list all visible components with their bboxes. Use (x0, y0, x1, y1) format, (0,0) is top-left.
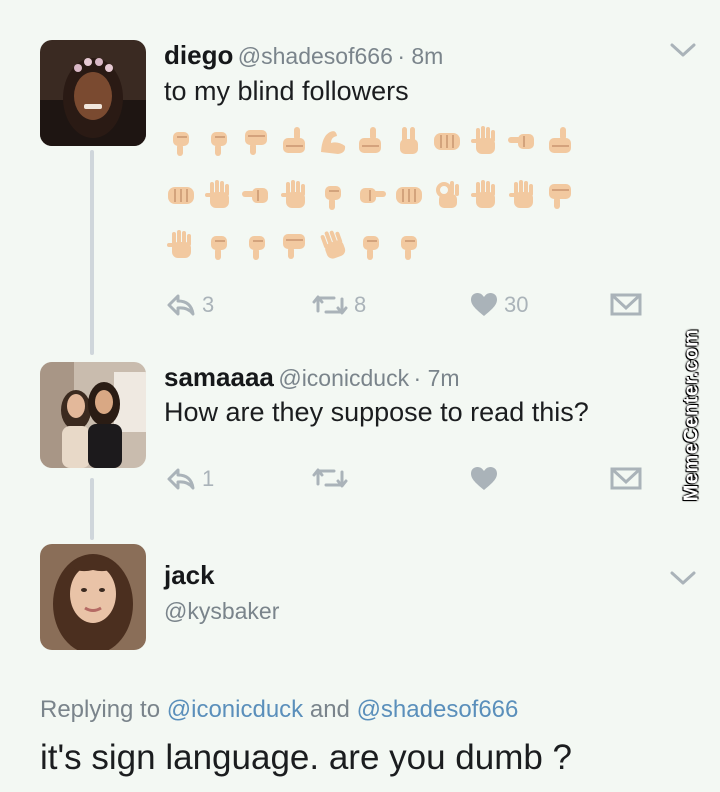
pointing-down-emoji-icon (211, 236, 227, 260)
tweet1-name[interactable]: diego (164, 40, 233, 70)
raised-hand-emoji-icon (281, 180, 305, 208)
tweet1-handle[interactable]: @shadesof666 (238, 43, 393, 69)
tweet2-name[interactable]: samaaaa (164, 362, 274, 392)
tweet2-handle[interactable]: @iconicduck (278, 365, 409, 391)
reply-button[interactable]: 3 (166, 292, 214, 318)
avatar-samaaaa[interactable] (40, 362, 146, 468)
thread-line (90, 478, 94, 540)
tweet2-header: samaaaa @iconicduck · 7m (164, 362, 460, 393)
watermark-text: MemeCenter.com (680, 328, 703, 502)
heart-icon (471, 467, 497, 490)
dm-button[interactable] (610, 292, 642, 316)
thumbs-up-emoji-icon (359, 127, 381, 153)
tweet3-name[interactable]: jack (164, 560, 215, 590)
reply-icon (167, 294, 195, 316)
pointing-down-emoji-icon (325, 186, 341, 210)
tweet1-text: to my blind followers (164, 76, 409, 106)
pointing-left-emoji-icon (508, 134, 534, 149)
victory-hand-emoji-icon (400, 127, 418, 154)
and-word: and (309, 696, 350, 723)
chevron-down-icon[interactable] (668, 568, 698, 588)
reply-count: 1 (202, 466, 215, 491)
tweet1-header: diego @shadesof666 · 8m (164, 40, 443, 71)
tweet3-handle-line: @kysbaker (164, 598, 279, 625)
reply-icon (167, 468, 195, 490)
retweet-icon (312, 295, 348, 315)
pointing-down-emoji-icon (401, 236, 417, 260)
pointing-left-emoji-icon (242, 188, 268, 203)
retweet-button[interactable]: 8 (312, 292, 366, 318)
ok-hand-emoji-icon (436, 181, 459, 208)
raised-hand-emoji-icon (205, 180, 229, 208)
tweet3-handle[interactable]: @kysbaker (164, 598, 279, 624)
pointing-down-emoji-icon (173, 132, 189, 156)
emoji-row (164, 178, 578, 212)
reply-button[interactable]: 1 (166, 466, 214, 492)
envelope-icon (610, 293, 642, 316)
dm-button[interactable] (610, 466, 642, 490)
emoji-row (164, 124, 578, 158)
retweet-icon (312, 468, 348, 488)
mention-link[interactable]: @iconicduck (167, 696, 303, 723)
raised-hand-emoji-icon (509, 180, 533, 208)
reply-count: 3 (202, 292, 215, 317)
tweet3-name-line: jack (164, 560, 215, 591)
pointing-right-emoji-icon (360, 188, 386, 203)
replying-prefix: Replying to (40, 696, 161, 723)
replying-to: Replying to @iconicduck and @shadesof666 (40, 696, 518, 724)
raised-hand-emoji-icon (471, 126, 495, 154)
retweet-count: 8 (354, 292, 367, 317)
tweet1-time: · 8m (397, 43, 444, 69)
emoji-row (164, 228, 426, 262)
thumbs-down-emoji-icon (245, 130, 267, 155)
oncoming-fist-emoji-icon (396, 187, 422, 204)
chevron-down-icon[interactable] (668, 40, 698, 60)
waving-hand-emoji-icon (320, 230, 346, 259)
thumbs-up-emoji-icon (549, 127, 571, 153)
tweet2-text: How are they suppose to read this? (164, 397, 589, 427)
tweet2-time: · 7m (413, 365, 460, 391)
pointing-down-emoji-icon (363, 236, 379, 260)
thumbs-up-emoji-icon (283, 127, 305, 153)
thumbs-down-emoji-icon (283, 234, 305, 259)
oncoming-fist-emoji-icon (434, 133, 460, 150)
retweet-button[interactable] (312, 466, 348, 490)
pointing-down-emoji-icon (249, 236, 265, 260)
tweet3-text: it's sign language. are you dumb ? (40, 738, 573, 777)
raised-hand-emoji-icon (167, 230, 191, 258)
raised-hand-emoji-icon (471, 180, 495, 208)
heart-icon (471, 293, 497, 316)
like-button[interactable] (470, 466, 498, 492)
flexed-biceps-emoji-icon (321, 131, 346, 154)
thread-line (90, 150, 94, 355)
pointing-down-emoji-icon (211, 132, 227, 156)
mention-link[interactable]: @shadesof666 (357, 696, 519, 723)
avatar-jack[interactable] (40, 544, 146, 650)
avatar-diego[interactable] (40, 40, 146, 146)
oncoming-fist-emoji-icon (168, 187, 194, 204)
like-count: 30 (504, 292, 529, 317)
like-button[interactable]: 30 (470, 292, 528, 318)
watermark: MemeCenter.com (672, 328, 712, 502)
thumbs-down-emoji-icon (549, 184, 571, 209)
envelope-icon (610, 467, 642, 490)
